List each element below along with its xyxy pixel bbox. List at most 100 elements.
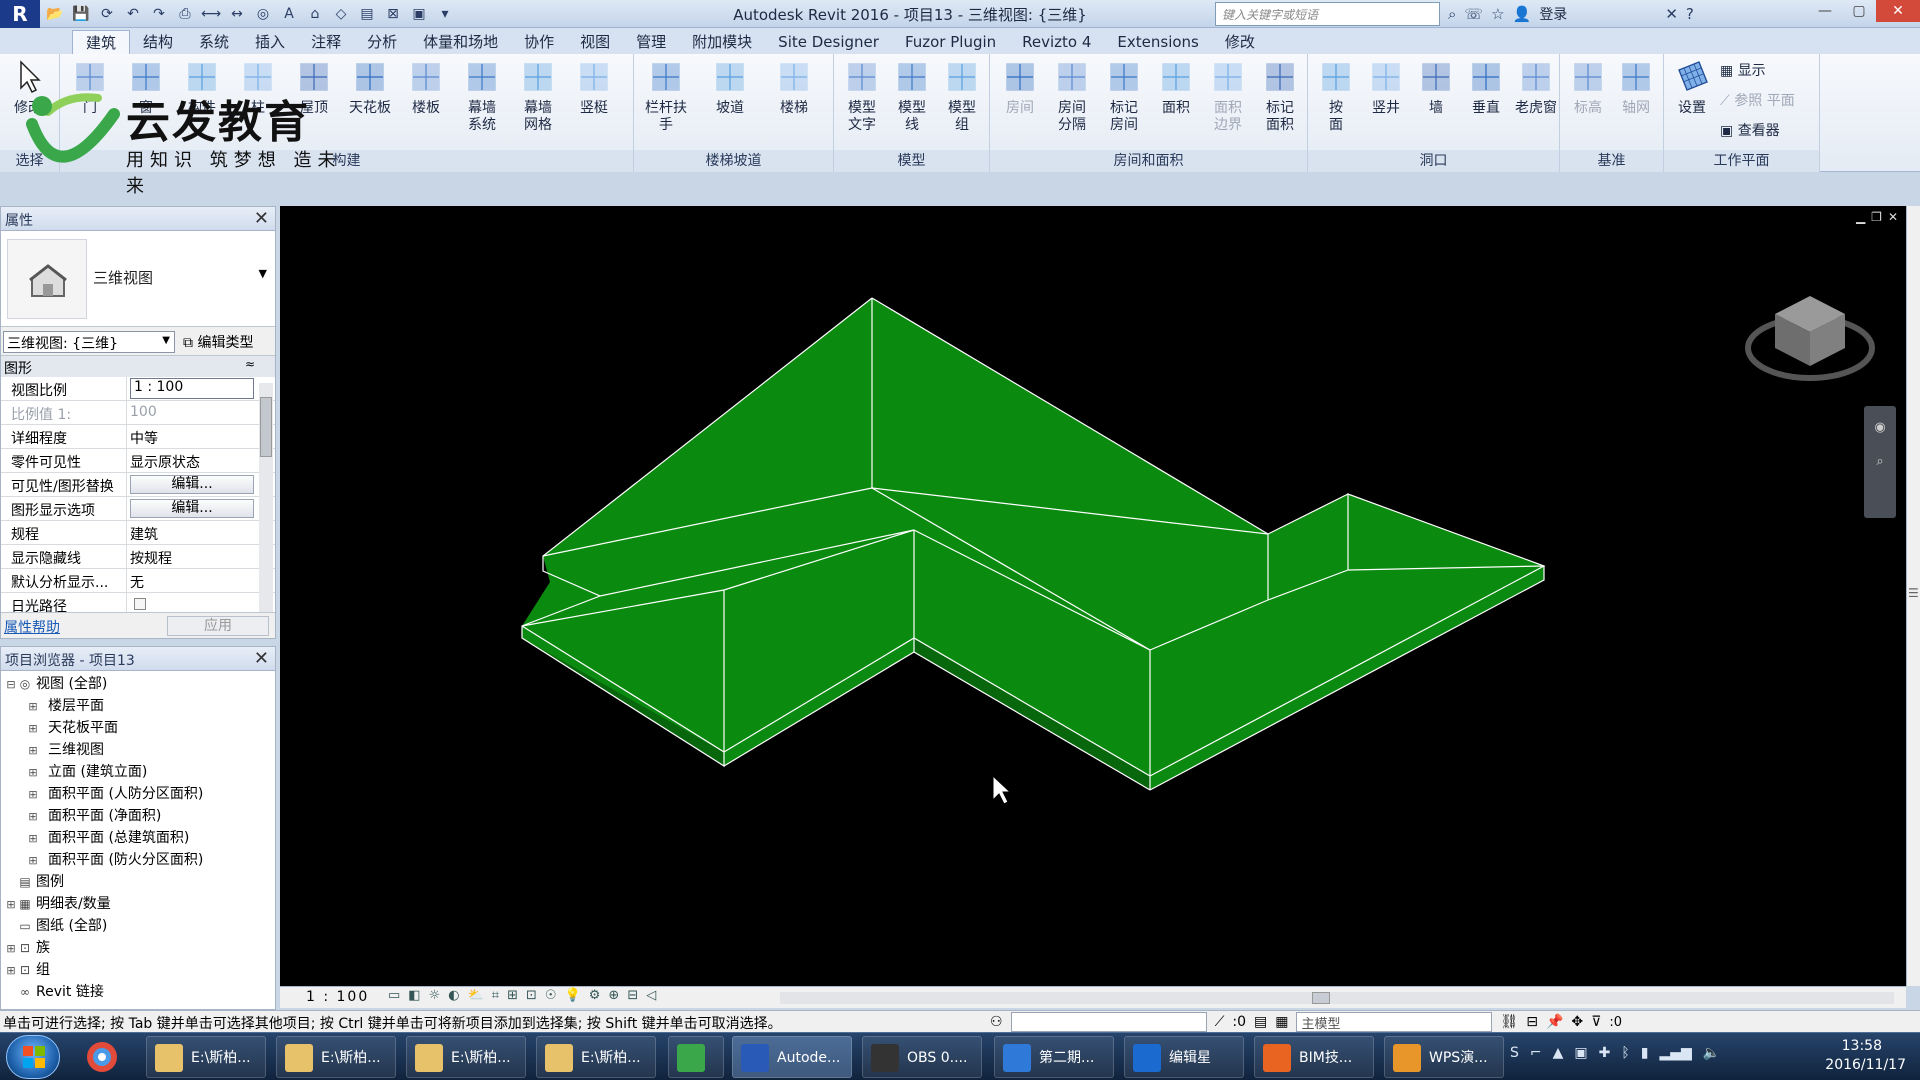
ribbon-tab[interactable]: Revizto 4 — [1009, 30, 1104, 54]
ribbon-tab[interactable]: 视图 — [567, 30, 623, 54]
expand-toggle-icon[interactable]: ⊞ — [27, 806, 39, 828]
ribbon-tab[interactable]: Site Designer — [765, 30, 892, 54]
restore-icon[interactable]: ❐ — [1871, 210, 1882, 224]
worksharing-icon[interactable]: ⚙ — [589, 988, 601, 1003]
edit-type-button[interactable]: ⧉ 编辑类型 — [183, 332, 253, 352]
edit-button[interactable]: 编辑... — [130, 499, 254, 518]
ribbon-button-build-4[interactable]: 屋顶 — [290, 58, 338, 117]
browser-node[interactable]: ⊞ 天花板平面 — [1, 717, 275, 739]
shadows-icon[interactable]: ◐ — [448, 988, 459, 1003]
bluetooth-icon[interactable]: ᛒ — [1621, 1045, 1629, 1061]
3d-viewport[interactable]: ▁ ❐ ✕ ◉ ⌕ — [280, 206, 1906, 986]
close-hidden-icon[interactable]: ⊠ — [382, 3, 404, 25]
ribbon-tab[interactable]: 注释 — [298, 30, 354, 54]
viewer-button[interactable]: ▣ 查看器 — [1720, 120, 1780, 142]
detail-level-icon[interactable]: ▭ — [388, 988, 400, 1003]
ribbon-button-build-8[interactable]: 幕墙 网格 — [514, 58, 562, 134]
ribbon-tab[interactable]: 插入 — [242, 30, 298, 54]
3d-view-icon[interactable]: ⌂ — [304, 3, 326, 25]
ribbon-button-datum-1[interactable]: 轴网 — [1612, 58, 1660, 117]
ribbon-tab[interactable]: 管理 — [623, 30, 679, 54]
browser-node[interactable]: ▤ 图例 — [1, 871, 275, 893]
ribbon-button-build-3[interactable]: 柱 — [234, 58, 282, 117]
taskbar-item[interactable]: Autode... — [732, 1036, 852, 1078]
property-value[interactable]: 中等 — [127, 425, 257, 448]
taskbar-item[interactable]: BIM技... — [1254, 1036, 1374, 1078]
pinned-app-icon[interactable] — [80, 1037, 124, 1077]
ribbon-button-stairs-1[interactable]: 坡道 — [706, 58, 754, 117]
taskbar-item[interactable]: WPS演... — [1384, 1036, 1504, 1078]
text-icon[interactable]: A — [278, 3, 300, 25]
property-value[interactable]: 编辑... — [127, 497, 257, 520]
drag-elements-icon[interactable]: ✥ — [1571, 1014, 1583, 1030]
scrollbar-thumb[interactable] — [1312, 992, 1330, 1004]
property-value[interactable]: 显示原状态 — [127, 449, 257, 472]
tag-icon[interactable]: ◎ — [252, 3, 274, 25]
browser-node[interactable]: ⊟ ◎ 视图 (全部) — [1, 673, 275, 695]
reveal-hidden-icon[interactable]: 💡 — [565, 988, 581, 1003]
scrollbar-thumb[interactable] — [260, 397, 272, 457]
expand-toggle-icon[interactable]: ⊞ — [5, 938, 17, 960]
network-icon[interactable]: ▂▄▆ — [1660, 1045, 1692, 1061]
ribbon-tab[interactable]: 修改 — [1212, 30, 1268, 54]
clock-time[interactable]: 13:58 — [1842, 1038, 1882, 1054]
browser-node[interactable]: ⊞ 面积平面 (总建筑面积) — [1, 827, 275, 849]
subscription-icon[interactable]: ☏ — [1464, 5, 1483, 23]
minimize-icon[interactable]: ▁ — [1856, 210, 1865, 224]
taskbar-item[interactable] — [668, 1036, 724, 1078]
type-selector[interactable]: 三维视图 ▼ — [1, 231, 275, 327]
select-underlay-icon[interactable]: ⊟ — [1526, 1014, 1538, 1030]
ribbon-tab[interactable]: 体量和场地 — [410, 30, 511, 54]
grip-icon[interactable]: ☰ — [1908, 586, 1919, 600]
tray-expand-icon[interactable]: ▲ — [1553, 1045, 1564, 1061]
switch-windows-icon[interactable]: ▣ — [408, 3, 430, 25]
expand-toggle-icon[interactable]: ⊞ — [27, 718, 39, 740]
browser-node[interactable]: ▭ 图纸 (全部) — [1, 915, 275, 937]
ribbon-button-build-9[interactable]: 竖梃 — [570, 58, 618, 117]
zoom-icon[interactable]: ⌕ — [1870, 454, 1890, 474]
taskbar-item[interactable]: E:\斯柏... — [146, 1036, 266, 1078]
ribbon-tab[interactable]: 建筑 — [72, 30, 131, 54]
save-icon[interactable]: 💾 — [70, 3, 92, 25]
browser-node[interactable]: ⊞ 三维视图 — [1, 739, 275, 761]
open-icon[interactable]: 📂 — [44, 3, 66, 25]
print-icon[interactable]: ⎙ — [174, 3, 196, 25]
ribbon-button-opening-3[interactable]: 垂直 — [1462, 58, 1510, 117]
volume-icon[interactable]: 🔈 — [1703, 1045, 1720, 1061]
editing-requests-icon[interactable]: ⟋ — [1215, 1014, 1225, 1030]
browser-node[interactable]: ⊞ ⊡ 族 — [1, 937, 275, 959]
expand-toggle-icon[interactable]: ⊞ — [5, 960, 17, 982]
expand-toggle-icon[interactable]: ⊞ — [27, 828, 39, 850]
visual-style-icon[interactable]: ◧ — [408, 988, 420, 1003]
expand-toggle-icon[interactable]: ⊞ — [27, 762, 39, 784]
ribbon-button-room-1[interactable]: 房间 分隔 — [1048, 58, 1096, 134]
login-link[interactable]: 登录 — [1539, 4, 1567, 24]
ime-toggle-icon[interactable]: ⌐ — [1530, 1045, 1542, 1061]
show-workplane-button[interactable]: ▦ 显示 — [1720, 60, 1766, 82]
sun-path-checkbox[interactable] — [134, 598, 146, 610]
viewcube[interactable] — [1745, 278, 1875, 388]
browser-node[interactable]: ⊞ 楼层平面 — [1, 695, 275, 717]
design-option-toggle-icon[interactable]: ▦ — [1275, 1014, 1288, 1030]
ribbon-tab[interactable]: 分析 — [354, 30, 410, 54]
revit-app-menu-button[interactable]: R — [0, 0, 40, 28]
browser-node[interactable]: ⊞ 面积平面 (防火分区面积) — [1, 849, 275, 871]
ribbon-button-build-0[interactable]: 门 — [66, 58, 114, 117]
close-icon[interactable]: ✕ — [1888, 210, 1898, 224]
select-links-icon[interactable]: ⛓ — [1500, 1014, 1518, 1030]
start-button[interactable] — [6, 1035, 60, 1079]
clock-date[interactable]: 2016/11/17 — [1825, 1057, 1906, 1073]
crop-view-icon[interactable]: ⌗ — [492, 988, 499, 1003]
property-value[interactable]: 建筑 — [127, 521, 257, 544]
properties-help-link[interactable]: 属性帮助 — [4, 617, 60, 637]
taskbar-item[interactable]: 编辑星 — [1124, 1036, 1244, 1078]
ribbon-button-model-2[interactable]: 模型 组 — [938, 58, 986, 134]
view-scale-input[interactable]: 1 : 100 — [130, 378, 254, 399]
battery-icon[interactable]: ▮ — [1641, 1045, 1649, 1061]
ribbon-button-room-0[interactable]: 房间 — [996, 58, 1044, 117]
taskbar-item[interactable]: E:\斯柏... — [536, 1036, 656, 1078]
ime-sogou-icon[interactable]: S — [1510, 1045, 1519, 1061]
apply-button[interactable]: 应用 — [167, 616, 269, 636]
property-value[interactable]: 1 : 100 — [127, 377, 257, 400]
maximize-button[interactable]: ▢ — [1842, 0, 1876, 22]
